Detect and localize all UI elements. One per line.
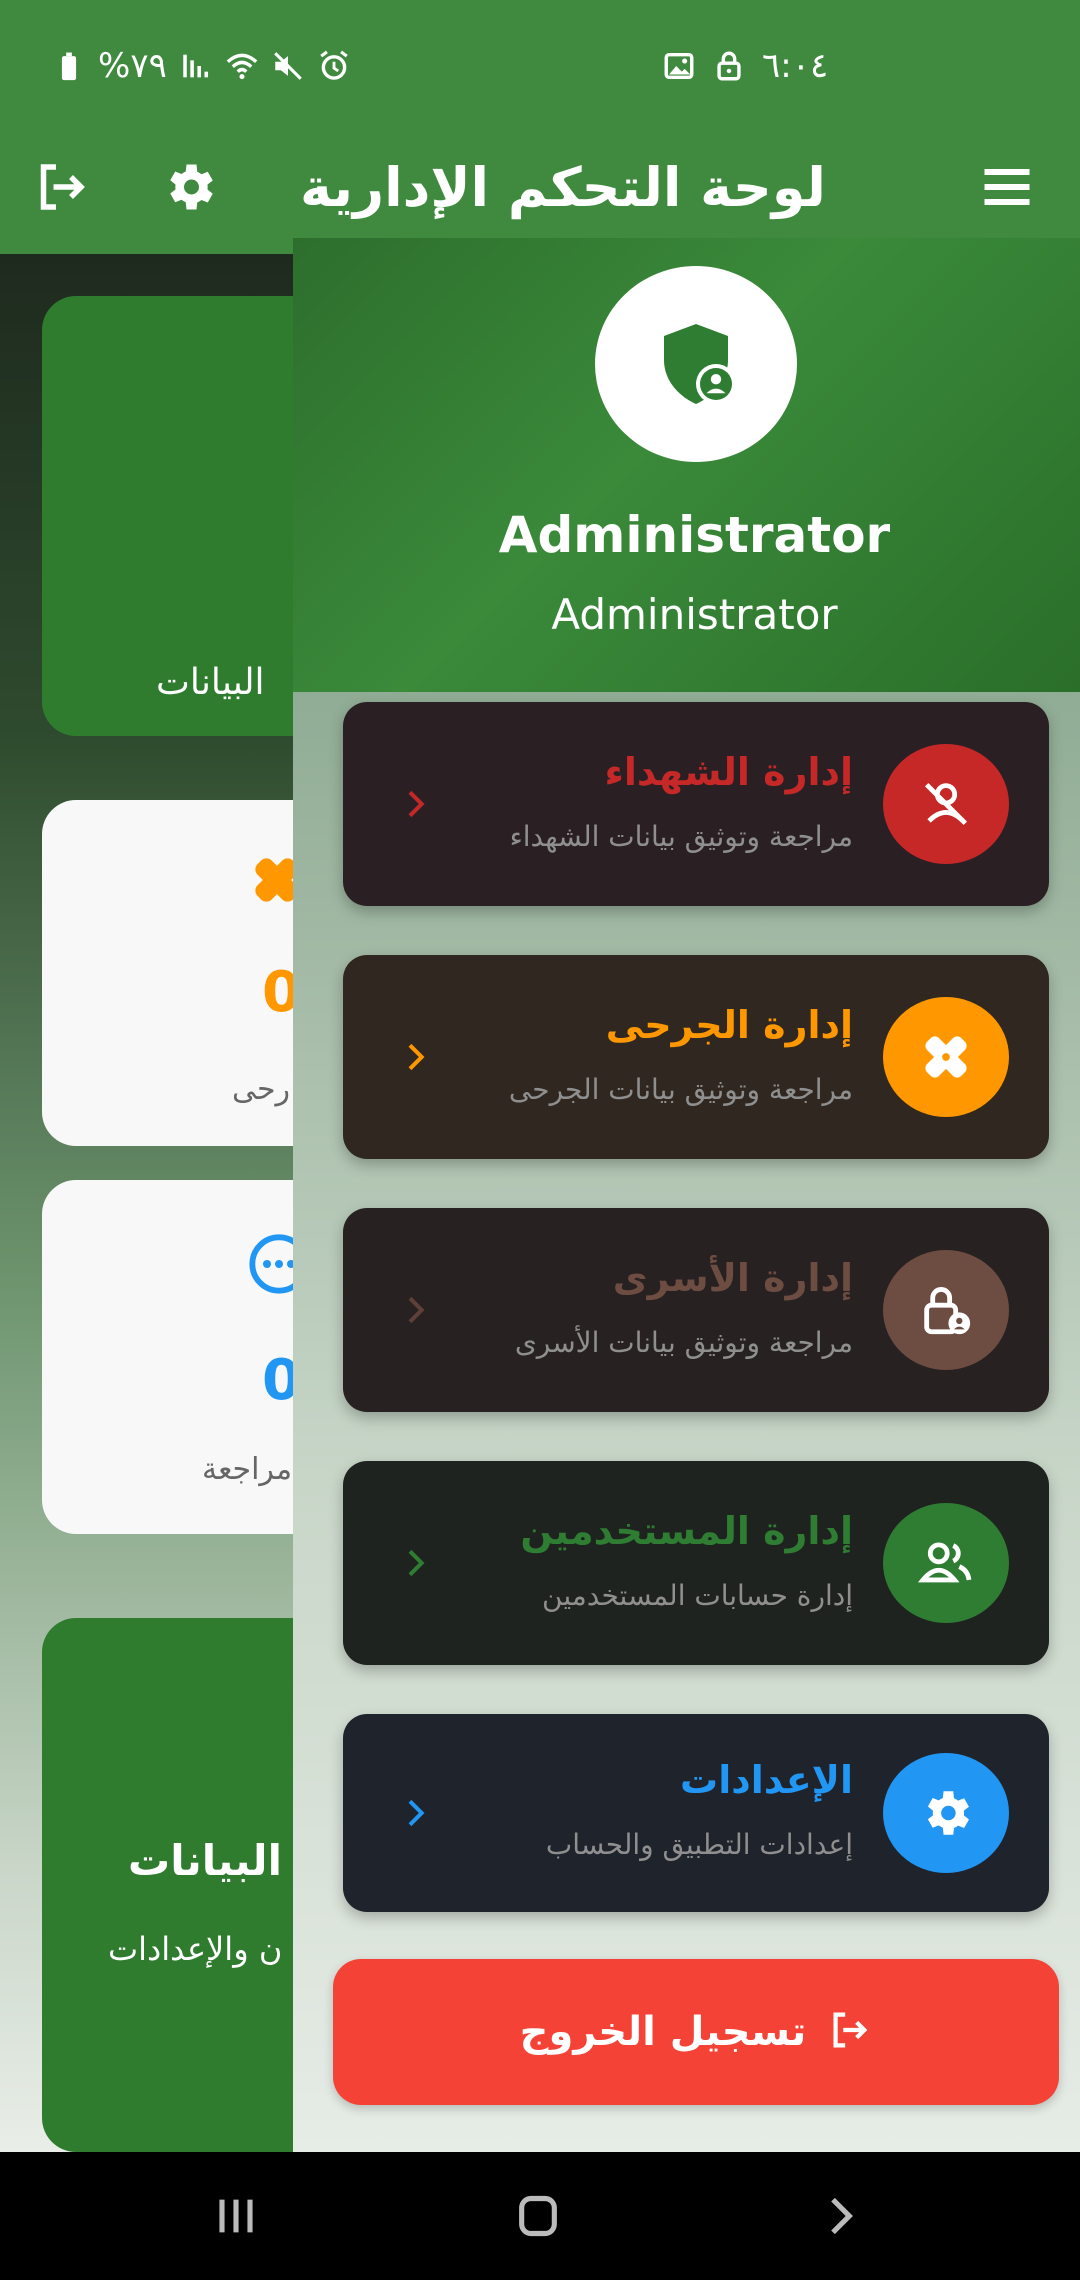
page-title: لوحة التحكم الإدارية <box>300 156 826 219</box>
wounded-label: رحى <box>232 1072 291 1107</box>
menu-item-title: إدارة المستخدمين <box>520 1509 853 1553</box>
menu-item-settings[interactable]: الإعدادات إعدادات التطبيق والحساب <box>343 1714 1049 1912</box>
menu-item-subtitle: مراجعة وتوثيق بيانات الأسرى <box>514 1326 853 1359</box>
menu-item-wounded[interactable]: إدارة الجرحى مراجعة وتوثيق بيانات الجرحى <box>343 955 1049 1159</box>
signal-icon <box>179 49 213 83</box>
data-settings-title: البيانات <box>128 1836 282 1885</box>
user-name: Administrator <box>498 506 891 564</box>
menu-item-title: الإعدادات <box>680 1758 853 1802</box>
status-bar: %٧٩ ٦:٠٤ <box>0 0 1080 130</box>
admin-shield-icon <box>664 324 736 404</box>
avatar <box>595 266 797 462</box>
back-icon[interactable] <box>804 2180 876 2252</box>
menu-item-prisoners[interactable]: إدارة الأسرى مراجعة وتوثيق بيانات الأسرى <box>343 1208 1049 1412</box>
chevron-right-icon <box>395 784 435 824</box>
no-person-icon <box>883 744 1009 864</box>
summary-card-label: البيانات <box>156 662 265 703</box>
status-right: ٦:٠٤ <box>662 44 828 88</box>
app-bar: لوحة التحكم الإدارية <box>0 130 1080 254</box>
status-time: ٦:٠٤ <box>762 46 829 86</box>
home-icon[interactable] <box>502 2180 574 2252</box>
battery-icon <box>52 49 86 83</box>
navigation-drawer: Administrator Administrator إدارة الشهدا… <box>293 238 1080 2152</box>
system-nav-bar <box>0 2152 1080 2280</box>
wifi-icon <box>225 49 259 83</box>
logout-icon[interactable] <box>26 152 96 222</box>
menu-icon[interactable] <box>972 152 1042 222</box>
logout-label: تسجيل الخروج <box>519 2009 807 2055</box>
lock-notification-icon <box>712 49 746 83</box>
menu-item-subtitle: إدارة حسابات المستخدمين <box>542 1579 853 1612</box>
chevron-right-icon <box>395 1037 435 1077</box>
review-label: مراجعة <box>202 1452 293 1487</box>
status-left: %٧٩ <box>52 44 351 88</box>
menu-item-title: إدارة الأسرى <box>612 1256 853 1300</box>
chevron-right-icon <box>395 1290 435 1330</box>
logout-icon <box>826 2007 872 2057</box>
menu-item-subtitle: إعدادات التطبيق والحساب <box>545 1828 853 1861</box>
image-notification-icon <box>662 49 696 83</box>
gear-icon <box>883 1753 1009 1873</box>
mute-icon <box>271 49 305 83</box>
alarm-icon <box>317 49 351 83</box>
locked-person-icon <box>883 1250 1009 1370</box>
data-settings-subtitle: ن والإعدادات <box>108 1930 283 1968</box>
drawer-header: Administrator Administrator <box>293 238 1080 692</box>
menu-item-subtitle: مراجعة وتوثيق بيانات الجرحى <box>508 1073 853 1106</box>
menu-item-subtitle: مراجعة وتوثيق بيانات الشهداء <box>509 820 853 853</box>
settings-icon[interactable] <box>154 152 224 222</box>
recents-icon[interactable] <box>200 2180 272 2252</box>
menu-item-martyrs[interactable]: إدارة الشهداء مراجعة وتوثيق بيانات الشهد… <box>343 702 1049 906</box>
user-role: Administrator <box>551 590 838 639</box>
menu-item-users[interactable]: إدارة المستخدمين إدارة حسابات المستخدمين <box>343 1461 1049 1665</box>
people-icon <box>883 1503 1009 1623</box>
battery-percent: %٧٩ <box>98 46 167 86</box>
menu-item-title: إدارة الشهداء <box>604 750 853 794</box>
chevron-right-icon <box>395 1543 435 1583</box>
chevron-right-icon <box>395 1793 435 1833</box>
bandage-icon <box>883 997 1009 1117</box>
logout-button[interactable]: تسجيل الخروج <box>333 1959 1059 2105</box>
menu-item-title: إدارة الجرحى <box>605 1003 853 1047</box>
